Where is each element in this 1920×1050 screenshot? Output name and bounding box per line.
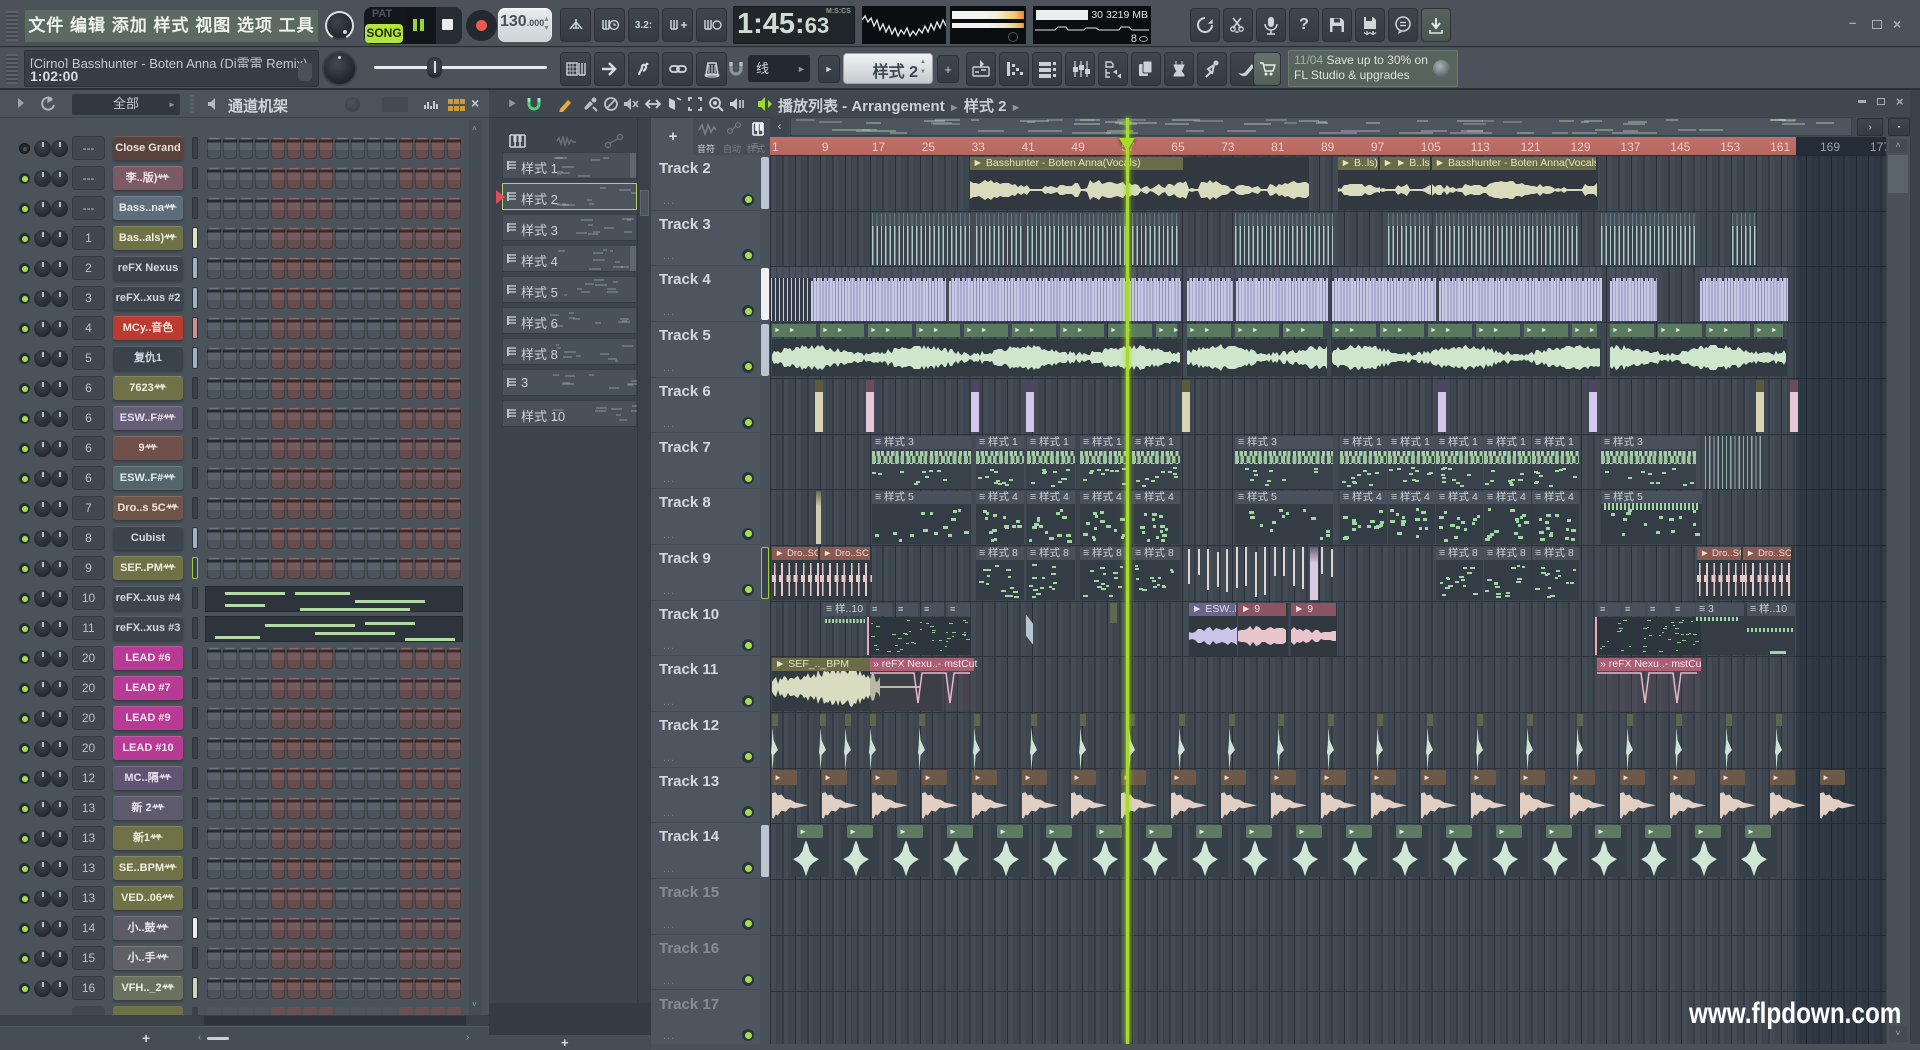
svg-text:音符: 音符 (697, 143, 715, 154)
svg-text:自动: 自动 (723, 143, 741, 154)
